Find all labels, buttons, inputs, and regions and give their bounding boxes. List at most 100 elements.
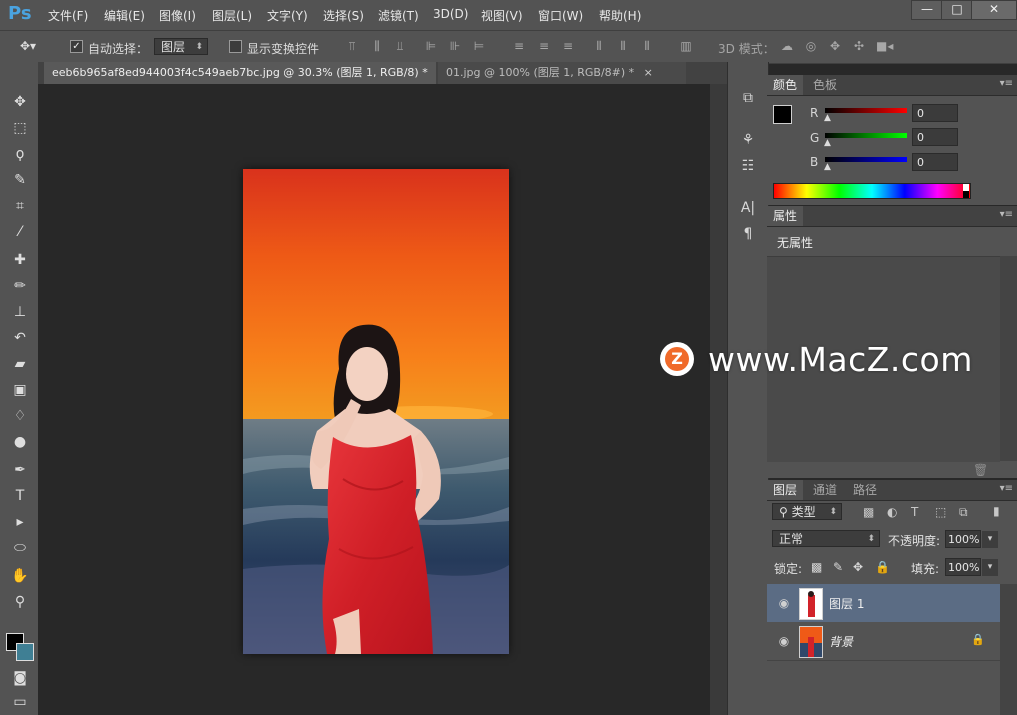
3d-scale-icon[interactable]: ■◂ — [876, 39, 893, 53]
menu-help[interactable]: 帮助(H) — [599, 7, 641, 24]
shape-icon[interactable]: ⬭ — [10, 538, 30, 558]
g-slider-thumb-icon[interactable]: ▲ — [824, 138, 831, 148]
menu-type[interactable]: 文字(Y) — [267, 7, 308, 24]
eraser-icon[interactable]: ▰ — [10, 354, 30, 374]
brush-panel-icon[interactable]: ⚘ — [738, 130, 758, 150]
lock-pixels-icon[interactable]: ✎ — [833, 560, 843, 574]
align-bottom-icon[interactable]: ⫫ — [393, 39, 407, 53]
3d-slide-icon[interactable]: ✣ — [852, 39, 866, 53]
layer-filter-dropdown[interactable]: ⚲ 类型 ⬍ — [772, 503, 842, 520]
distribute-bottom-icon[interactable]: ≡ — [561, 39, 575, 53]
distribute-vcenter-icon[interactable]: ≡ — [537, 39, 551, 53]
distribute-left-icon[interactable]: ⦀ — [592, 39, 606, 53]
lock-transparency-icon[interactable]: ▩ — [811, 560, 822, 574]
background-color-swatch[interactable] — [16, 643, 34, 661]
move-icon[interactable]: ✥ — [10, 92, 30, 112]
b-slider[interactable] — [825, 157, 907, 162]
eyedropper-icon[interactable]: ⁄ — [10, 222, 30, 242]
app-logo[interactable]: Ps — [8, 3, 32, 24]
align-top-icon[interactable]: ⫪ — [345, 39, 359, 53]
visibility-eye-icon[interactable]: ◉ — [777, 634, 791, 648]
blend-mode-dropdown[interactable]: 正常 ⬍ — [772, 530, 880, 547]
tab-close-icon[interactable]: × — [644, 66, 653, 79]
visibility-eye-icon[interactable]: ◉ — [777, 596, 791, 610]
menu-select[interactable]: 选择(S) — [323, 7, 364, 24]
paragraph-panel-icon[interactable]: ¶ — [738, 224, 758, 244]
filter-type-icon[interactable]: T — [911, 505, 918, 519]
panel-menu-icon[interactable]: ▾≡ — [1000, 483, 1013, 494]
tab-document-1[interactable]: eeb6b965af8ed944003f4c549aeb7bc.jpg @ 30… — [44, 62, 446, 84]
layers-scrollbar[interactable] — [1000, 584, 1017, 715]
menu-view[interactable]: 视图(V) — [481, 7, 523, 24]
filter-pixel-icon[interactable]: ▩ — [863, 505, 874, 519]
3d-rotate-icon[interactable]: ☁ — [780, 39, 794, 53]
r-slider[interactable] — [825, 108, 907, 113]
adjustment-panel-icon[interactable]: ☷ — [738, 156, 758, 176]
align-left-icon[interactable]: ⊫ — [424, 39, 438, 53]
history-panel-icon[interactable]: ⧉ — [738, 88, 758, 108]
crop-icon[interactable]: ⌗ — [10, 196, 30, 216]
pen-icon[interactable]: ✒ — [10, 460, 30, 480]
distribute-top-icon[interactable]: ≡ — [512, 39, 526, 53]
filter-toggle-icon[interactable]: ▮ — [993, 504, 1000, 518]
tab-layers[interactable]: 图层 — [767, 480, 804, 500]
trash-icon[interactable]: 🗑 — [973, 463, 988, 477]
tab-swatches[interactable]: 色板 — [807, 75, 843, 95]
align-vcenter-icon[interactable]: ⫼ — [370, 39, 384, 53]
layer-row[interactable]: ◉ 背景 🔒 — [767, 622, 1000, 661]
move-tool-preset-icon[interactable]: ✥▾ — [20, 39, 36, 53]
3d-roll-icon[interactable]: ◎ — [804, 39, 818, 53]
menu-filter[interactable]: 滤镜(T) — [378, 7, 419, 24]
document-image[interactable] — [243, 169, 509, 654]
brush-icon[interactable]: ✏ — [10, 276, 30, 296]
panel-menu-icon[interactable]: ▾≡ — [1000, 209, 1013, 220]
history-brush-icon[interactable]: ↶ — [10, 328, 30, 348]
auto-align-icon[interactable]: ▥ — [679, 39, 693, 53]
panel-menu-icon[interactable]: ▾≡ — [1000, 78, 1013, 89]
hand-icon[interactable]: ✋ — [10, 566, 30, 586]
layer-row[interactable]: ◉ 图层 1 — [767, 584, 1000, 623]
tab-color[interactable]: 颜色 — [767, 75, 804, 95]
layer-name[interactable]: 背景 — [829, 633, 853, 650]
g-slider[interactable] — [825, 133, 907, 138]
b-slider-thumb-icon[interactable]: ▲ — [824, 162, 831, 172]
distribute-right-icon[interactable]: ⦀ — [640, 39, 654, 53]
close-button[interactable]: ✕ — [971, 0, 1017, 20]
stamp-icon[interactable]: ⊥ — [10, 302, 30, 322]
type-icon[interactable]: T — [10, 486, 30, 506]
dodge-icon[interactable]: ● — [10, 432, 30, 452]
opacity-input[interactable]: 100% — [945, 530, 981, 548]
menu-3d[interactable]: 3D(D) — [433, 7, 468, 21]
zoom-icon[interactable]: ⚲ — [10, 592, 30, 612]
g-value-input[interactable]: 0 — [912, 128, 958, 146]
tab-channels[interactable]: 通道 — [807, 480, 843, 500]
screen-mode-icon[interactable]: ▭ — [10, 692, 30, 712]
filter-smart-object-icon[interactable]: ⧉ — [959, 505, 968, 520]
quick-mask-icon[interactable]: ◙ — [10, 668, 30, 688]
fill-dropdown-icon[interactable]: ▾ — [982, 559, 998, 576]
menu-layer[interactable]: 图层(L) — [212, 7, 252, 24]
distribute-hcenter-icon[interactable]: ⦀ — [616, 39, 630, 53]
blur-icon[interactable]: ♢ — [10, 406, 30, 426]
menu-image[interactable]: 图像(I) — [159, 7, 196, 24]
auto-select-target-dropdown[interactable]: 图层 ⬍ — [154, 38, 208, 55]
filter-adjustment-icon[interactable]: ◐ — [887, 505, 897, 519]
gradient-icon[interactable]: ▣ — [10, 380, 30, 400]
quick-select-icon[interactable]: ✎ — [10, 170, 30, 190]
filter-shape-icon[interactable]: ⬚ — [935, 505, 946, 519]
fill-input[interactable]: 100% — [945, 558, 981, 576]
align-right-icon[interactable]: ⊨ — [472, 39, 486, 53]
lasso-icon[interactable]: ϙ — [10, 144, 30, 164]
auto-select-checkbox[interactable]: ✓ — [70, 40, 83, 53]
b-value-input[interactable]: 0 — [912, 153, 958, 171]
lock-all-icon[interactable]: 🔒 — [875, 560, 890, 574]
healing-icon[interactable]: ✚ — [10, 250, 30, 270]
3d-drag-icon[interactable]: ✥ — [828, 39, 842, 53]
align-hcenter-icon[interactable]: ⊪ — [448, 39, 462, 53]
canvas-scrollbar[interactable] — [710, 84, 727, 715]
tab-document-2[interactable]: 01.jpg @ 100% (图层 1, RGB/8#) * × — [438, 62, 686, 84]
maximize-button[interactable]: □ — [941, 0, 973, 20]
r-value-input[interactable]: 0 — [912, 104, 958, 122]
tab-properties[interactable]: 属性 — [767, 206, 804, 226]
tab-paths[interactable]: 路径 — [847, 480, 883, 500]
